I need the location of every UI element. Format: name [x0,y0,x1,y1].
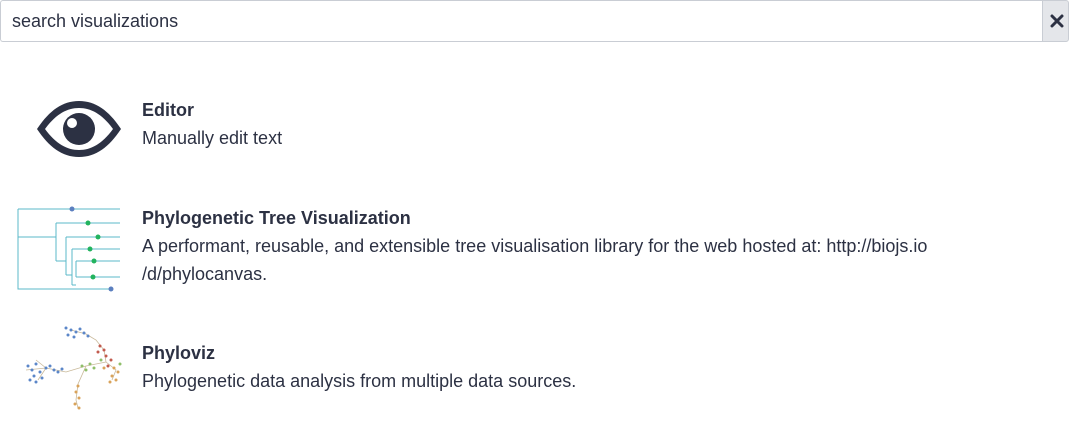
phylogenetic-tree-thumbnail [16,199,126,293]
list-item[interactable]: Phyloviz Phylogenetic data analysis from… [0,318,1069,418]
clear-search-button[interactable] [1042,0,1069,42]
item-title: Phyloviz [142,343,216,363]
item-description: Phylogenetic data analysis from multiple… [142,371,577,391]
item-text: Phylogenetic Tree Visualization A perfor… [142,207,1042,288]
phyloviz-thumbnail [16,320,126,412]
close-icon [1050,14,1063,28]
list-item[interactable]: Editor Manually edit text [0,82,1069,182]
item-description: Manually edit text [142,128,283,148]
search-input[interactable] [0,0,1042,42]
item-text: Phyloviz Phylogenetic data analysis from… [142,342,1042,395]
search-bar [0,0,1069,42]
item-text: Editor Manually edit text [142,99,1042,152]
item-description: A performant, reusable, and extensible t… [142,236,928,284]
list-item[interactable]: Phylogenetic Tree Visualization A perfor… [0,195,1069,295]
item-title: Phylogenetic Tree Visualization [142,208,411,228]
item-title: Editor [142,100,194,120]
eye-icon [16,94,126,164]
